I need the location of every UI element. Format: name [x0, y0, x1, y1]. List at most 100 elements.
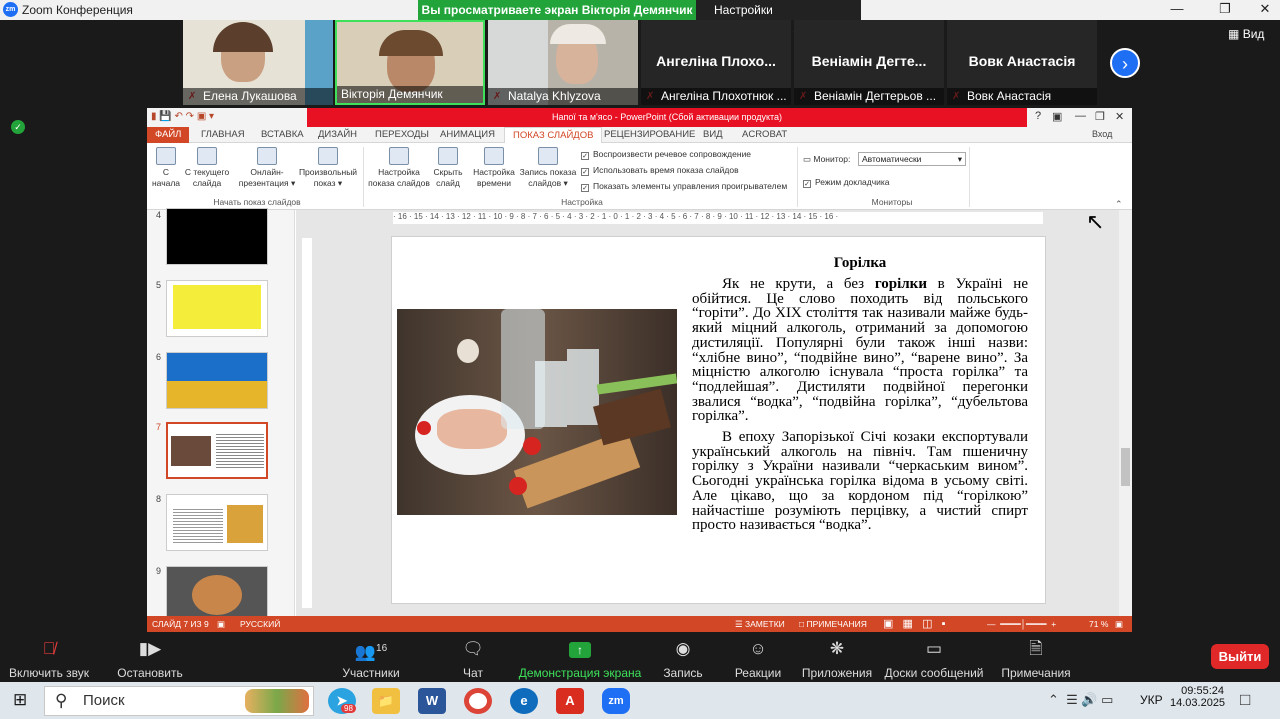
system-tray-icons[interactable]: ⌃ ☰ 🔊 ▭: [1048, 692, 1113, 708]
check-icon: ✓: [581, 184, 589, 192]
file-explorer-icon[interactable]: 📁: [372, 688, 400, 714]
sign-in-link[interactable]: Вход: [1092, 129, 1112, 139]
acrobat-icon[interactable]: A: [556, 688, 584, 714]
ribbon-display-icon[interactable]: ▣: [1052, 110, 1062, 123]
reactions-button[interactable]: ☺ Реакции: [734, 638, 782, 680]
word-icon[interactable]: W: [418, 688, 446, 714]
setup-slide-show-button[interactable]: Настройка показа слайдов: [367, 147, 431, 189]
view-settings-button[interactable]: Настройки просмотра⌄: [696, 0, 861, 37]
presenter-view-checkbox[interactable]: ✓ Режим докладчика: [803, 177, 890, 188]
view-buttons[interactable]: ▣ ▦ ◫ ▪: [883, 616, 946, 632]
close-button[interactable]: ✕: [1250, 0, 1280, 20]
slide-thumbnail[interactable]: [166, 208, 268, 265]
slide-thumbnail[interactable]: [166, 280, 268, 337]
slide-thumbnail[interactable]: [166, 566, 268, 623]
notes-button[interactable]: 🗎 Примечания: [1000, 638, 1072, 680]
slide-canvas[interactable]: Горілка Як не крути, а без горілки в Укр…: [391, 236, 1046, 604]
pp-minimize-button[interactable]: —: [1075, 110, 1086, 122]
participant-name: Елена Лукашова: [183, 88, 333, 105]
whiteboards-button[interactable]: ▭ Доски сообщений: [883, 638, 985, 680]
slide-thumbnail-selected[interactable]: [166, 422, 268, 479]
notifications-icon[interactable]: □: [1240, 690, 1250, 710]
tab-transitions[interactable]: ПЕРЕХОДЫ: [367, 127, 437, 143]
media-controls-checkbox[interactable]: ✓ Показать элементы управления проигрыват…: [581, 181, 787, 192]
next-page-button[interactable]: ›: [1110, 48, 1140, 78]
tab-home[interactable]: ГЛАВНАЯ: [193, 127, 253, 143]
tab-view[interactable]: ВИД: [695, 127, 731, 143]
thumb-sky: [167, 353, 267, 381]
smile-icon: ☺: [749, 639, 767, 658]
spellcheck-icon[interactable]: ▣: [217, 616, 225, 632]
tab-design[interactable]: ДИЗАЙН: [310, 127, 365, 143]
slide-thumbnail[interactable]: [166, 494, 268, 551]
language-status[interactable]: РУССКИЙ: [240, 616, 280, 632]
label: времени: [477, 178, 511, 188]
edge-icon[interactable]: e: [510, 688, 538, 714]
present-online-button[interactable]: Онлайн-презентация ▾: [235, 147, 299, 189]
fit-slide-icon[interactable]: ▣: [1115, 616, 1123, 632]
share-screen-button[interactable]: ↑ Демонстрация экрана: [518, 638, 642, 680]
apps-button[interactable]: ❋ Приложения: [800, 638, 874, 680]
hide-slide-button[interactable]: Скрыть слайд: [431, 147, 465, 189]
input-language[interactable]: УКР: [1140, 693, 1163, 707]
chat-button[interactable]: 🗨 Чат: [455, 638, 491, 680]
scrollbar-thumb[interactable]: [1121, 448, 1130, 486]
slide-photo-vodka[interactable]: [397, 309, 677, 515]
minimize-button[interactable]: —: [1162, 0, 1192, 20]
monitor-value: Автоматически: [862, 154, 922, 164]
record-slide-show-button[interactable]: Запись показа слайдов ▾: [517, 147, 579, 189]
collapse-ribbon-icon[interactable]: ⌃: [1115, 199, 1123, 210]
chevron-down-icon: ▾: [957, 154, 962, 164]
maximize-button[interactable]: ❐: [1210, 0, 1240, 20]
participant-tile[interactable]: Веніамін Дегте... ✗ Веніамін Дегтерьов .…: [794, 20, 944, 105]
custom-show-button[interactable]: Произвольный показ ▾: [297, 147, 359, 189]
leave-button[interactable]: Выйти: [1211, 644, 1269, 669]
from-beginning-button[interactable]: Сначала: [151, 147, 181, 189]
view-button[interactable]: ▦ Вид: [1228, 27, 1264, 41]
slide-title[interactable]: Горілка: [692, 255, 1028, 272]
slide-thumbnail[interactable]: [166, 352, 268, 409]
pp-close-button[interactable]: ✕: [1115, 110, 1124, 123]
slide-body-text[interactable]: Як не крути, а без горілки в Україні не …: [692, 276, 1028, 533]
participant-name: Вікторія Демянчик: [337, 86, 483, 103]
security-shield-icon[interactable]: ✓: [11, 120, 25, 134]
tab-review[interactable]: РЕЦЕНЗИРОВАНИЕ: [596, 127, 703, 143]
monitor-select[interactable]: Автоматически ▾: [858, 152, 966, 166]
zoom-logo-icon: zm: [3, 2, 18, 17]
unmute-button[interactable]: 🎙̸ Включить звук: [6, 638, 92, 680]
zoom-taskbar-icon[interactable]: zm: [602, 688, 630, 714]
tab-insert[interactable]: ВСТАВКА: [253, 127, 312, 143]
label: слайд: [436, 178, 460, 188]
participant-tile[interactable]: Ангеліна Плохо... ✗ Ангеліна Плохотнюк .…: [641, 20, 791, 105]
zoom-slider[interactable]: — ━━━━│━━━━ +: [987, 616, 1056, 632]
participants-button[interactable]: 👥16 Участники: [336, 638, 406, 680]
tab-acrobat[interactable]: ACROBAT: [734, 127, 795, 143]
timings-checkbox[interactable]: ✓ Использовать время показа слайдов: [581, 165, 739, 176]
narrations-checkbox[interactable]: ✓ Воспроизвести речевое сопровождение: [581, 149, 751, 160]
tab-slide-show[interactable]: ПОКАЗ СЛАЙДОВ: [504, 127, 603, 143]
from-current-slide-button[interactable]: С текущего слайда: [183, 147, 231, 189]
participant-tile[interactable]: ✗ Natalya Khlyzova: [488, 20, 638, 105]
participant-tile[interactable]: Вовк Анастасія ✗ Вовк Анастасія: [947, 20, 1097, 105]
pp-status-bar: СЛАЙД 7 ИЗ 9 ▣ РУССКИЙ ☰ ЗАМЕТКИ □ ПРИМЕ…: [147, 616, 1132, 632]
vertical-scrollbar[interactable]: [1119, 210, 1132, 616]
record-icon: ◉: [675, 639, 691, 658]
rehearse-timings-button[interactable]: Настройка времени: [471, 147, 517, 189]
taskbar-search[interactable]: ⚲ Поиск: [44, 686, 314, 716]
tab-animations[interactable]: АНИМАЦИЯ: [432, 127, 503, 143]
record-button[interactable]: ◉ Запись: [660, 638, 706, 680]
thumb-number: 5: [156, 280, 162, 290]
thumb-number: 9: [156, 566, 162, 576]
participant-tile-active-speaker[interactable]: Вікторія Демянчик: [335, 20, 485, 105]
windows-start-icon[interactable]: ⊞: [13, 690, 27, 710]
chrome-icon[interactable]: [464, 688, 492, 714]
zoom-level[interactable]: 71 %: [1089, 616, 1108, 632]
comments-toggle[interactable]: □ ПРИМЕЧАНИЯ: [799, 616, 867, 632]
notes-toggle[interactable]: ☰ ЗАМЕТКИ: [735, 616, 785, 632]
quick-access-toolbar[interactable]: ▮ 💾 ↶ ↷ ▣ ▾: [151, 111, 214, 122]
clock[interactable]: 09:55:24 14.03.2025: [1170, 685, 1225, 709]
tab-file[interactable]: ФАЙЛ: [147, 127, 190, 143]
pp-restore-button[interactable]: ❐: [1095, 110, 1105, 123]
help-icon[interactable]: ?: [1035, 110, 1041, 122]
participant-tile[interactable]: ✗ Елена Лукашова: [183, 20, 333, 105]
